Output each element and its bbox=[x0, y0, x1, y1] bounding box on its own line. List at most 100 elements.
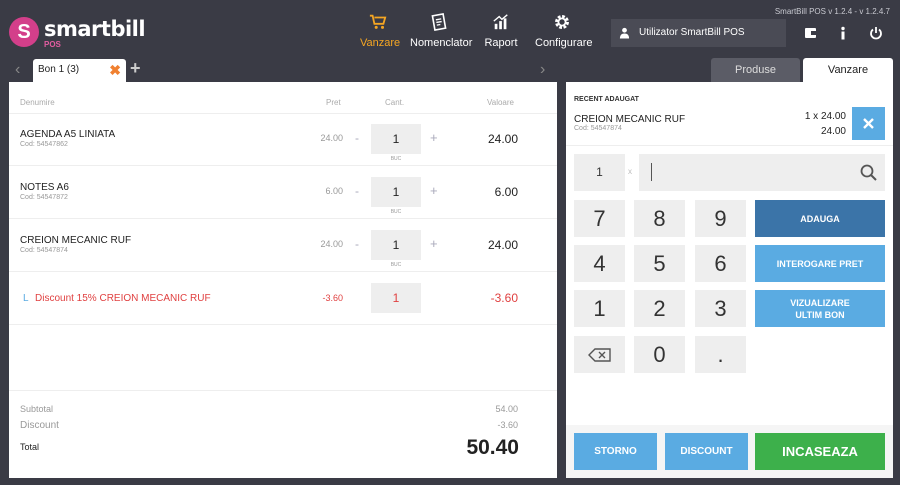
close-icon bbox=[863, 118, 874, 129]
key-backspace[interactable] bbox=[574, 336, 625, 373]
key-dot[interactable]: . bbox=[695, 336, 746, 373]
interogare-pret-button[interactable]: INTEROGARE PRET bbox=[755, 245, 885, 282]
user-name: Utilizator SmartBill POS bbox=[639, 27, 745, 38]
qty-minus-button[interactable]: - bbox=[355, 131, 359, 145]
button-label-line2: ULTIM BON bbox=[795, 309, 845, 320]
item-code: Cod: 54547874 bbox=[20, 247, 68, 254]
item-price: 24.00 bbox=[320, 239, 343, 249]
col-header-value: Valoare bbox=[487, 98, 514, 107]
button-label-line1: VIZUALIZARE bbox=[790, 297, 850, 308]
qty-minus-button[interactable]: - bbox=[355, 184, 359, 198]
qty-unit: BUC bbox=[390, 209, 402, 215]
key-6[interactable]: 6 bbox=[695, 245, 746, 282]
item-code: Cod: 54547862 bbox=[20, 141, 68, 148]
nav-configurare[interactable]: Configurare bbox=[535, 13, 593, 49]
add-tab-button[interactable]: + bbox=[130, 58, 141, 79]
qty-input[interactable]: 1 bbox=[371, 177, 421, 207]
discount-button[interactable]: DISCOUNT bbox=[665, 433, 748, 470]
search-icon[interactable] bbox=[860, 164, 877, 181]
subtotal-label: Subtotal bbox=[20, 404, 54, 414]
item-value: 24.00 bbox=[487, 132, 518, 146]
user-icon bbox=[619, 27, 630, 39]
item-price: 24.00 bbox=[320, 133, 343, 143]
key-7[interactable]: 7 bbox=[574, 200, 625, 237]
key-1[interactable]: 1 bbox=[574, 290, 625, 327]
total-value: 50.40 bbox=[466, 436, 519, 459]
search-input[interactable] bbox=[639, 154, 885, 191]
adauga-button[interactable]: ADAUGA bbox=[755, 200, 885, 237]
backspace-icon bbox=[588, 348, 611, 362]
recent-qty-line: 1 x 24.00 bbox=[804, 111, 846, 122]
item-name: AGENDA A5 LINIATA bbox=[20, 129, 116, 140]
tab-next-arrow[interactable]: › bbox=[540, 60, 545, 80]
col-header-name: Denumire bbox=[20, 98, 55, 107]
power-icon[interactable] bbox=[869, 26, 883, 40]
wallet-icon[interactable] bbox=[804, 26, 818, 40]
tab-bon-1[interactable]: Bon 1 (3) ✖ bbox=[33, 59, 126, 82]
cart-icon bbox=[369, 14, 387, 29]
discount-total: -3.60 bbox=[497, 420, 518, 430]
nav-label: Nomenclator bbox=[410, 37, 473, 49]
divider bbox=[566, 145, 893, 146]
discount-label: Discount bbox=[20, 420, 59, 431]
qty-unit: BUC bbox=[390, 156, 402, 162]
recent-total: 24.00 bbox=[820, 126, 846, 137]
vizualizare-ultim-bon-button[interactable]: VIZUALIZARE ULTIM BON bbox=[755, 290, 885, 327]
col-header-price: Pret bbox=[326, 98, 341, 107]
storno-button[interactable]: STORNO bbox=[574, 433, 657, 470]
tab-produse[interactable]: Produse bbox=[711, 58, 800, 82]
table-row[interactable]: CREION MECANIC RUF Cod: 54547874 24.00 -… bbox=[9, 219, 557, 272]
info-icon[interactable] bbox=[836, 26, 850, 40]
item-value: 24.00 bbox=[487, 238, 518, 252]
table-row[interactable]: AGENDA A5 LINIATA Cod: 54547862 24.00 - … bbox=[9, 113, 557, 166]
nav-vanzare[interactable]: Vanzare bbox=[360, 13, 400, 49]
user-box[interactable]: Utilizator SmartBill POS bbox=[611, 19, 786, 47]
version-label: SmartBill POS v 1.2.4 - v 1.2.4.7 bbox=[774, 7, 890, 16]
nav-label: Raport bbox=[484, 37, 518, 49]
tab-prev-arrow[interactable]: ‹ bbox=[15, 60, 20, 80]
qty-minus-button[interactable]: - bbox=[355, 237, 359, 251]
item-name: NOTES A6 bbox=[20, 182, 69, 193]
chart-icon bbox=[493, 14, 508, 30]
tab-label: Bon 1 (3) bbox=[38, 64, 80, 75]
logo-sub: POS bbox=[44, 40, 61, 49]
key-0[interactable]: 0 bbox=[634, 336, 685, 373]
qty-input[interactable]: 1 bbox=[371, 230, 421, 260]
qty-unit: BUC bbox=[390, 262, 402, 268]
nav-label: Configurare bbox=[535, 37, 593, 49]
key-4[interactable]: 4 bbox=[574, 245, 625, 282]
qty-plus-button[interactable]: + bbox=[430, 130, 438, 145]
recent-title: RECENT ADAUGAT bbox=[574, 96, 639, 103]
item-code: Cod: 54547872 bbox=[20, 194, 68, 201]
incaseaza-button[interactable]: INCASEAZA bbox=[755, 433, 885, 470]
document-icon bbox=[431, 13, 447, 31]
discount-marker: L bbox=[23, 293, 29, 304]
col-header-qty: Cant. bbox=[385, 98, 405, 107]
item-value: 6.00 bbox=[494, 185, 518, 199]
nav-nomenclator[interactable]: Nomenclator bbox=[410, 13, 472, 49]
key-3[interactable]: 3 bbox=[695, 290, 746, 327]
recent-name: CREION MECANIC RUF bbox=[574, 114, 686, 125]
tab-vanzare[interactable]: Vanzare bbox=[803, 58, 893, 82]
qty-plus-button[interactable]: + bbox=[430, 236, 438, 251]
total-label: Total bbox=[20, 442, 40, 452]
discount-row[interactable]: L Discount 15% CREION MECANIC RUF -3.60 … bbox=[9, 272, 557, 325]
times-sign: x bbox=[628, 167, 632, 176]
text-cursor bbox=[651, 163, 652, 181]
key-2[interactable]: 2 bbox=[634, 290, 685, 327]
key-5[interactable]: 5 bbox=[634, 245, 685, 282]
remove-recent-button[interactable] bbox=[852, 107, 885, 140]
key-9[interactable]: 9 bbox=[695, 200, 746, 237]
nav-label: Vanzare bbox=[360, 37, 401, 49]
key-8[interactable]: 8 bbox=[634, 200, 685, 237]
qty-input[interactable]: 1 bbox=[371, 124, 421, 154]
item-name: CREION MECANIC RUF bbox=[20, 235, 132, 246]
qty-plus-button[interactable]: + bbox=[430, 183, 438, 198]
qty-display[interactable]: 1 bbox=[574, 154, 625, 191]
gear-icon bbox=[555, 15, 569, 29]
close-icon[interactable]: ✖ bbox=[109, 59, 121, 81]
discount-name: Discount 15% CREION MECANIC RUF bbox=[35, 293, 211, 304]
nav-raport[interactable]: Raport bbox=[484, 13, 518, 49]
table-row[interactable]: NOTES A6 Cod: 54547872 6.00 - 1 BUC + 6.… bbox=[9, 166, 557, 219]
discount-qty[interactable]: 1 bbox=[371, 283, 421, 313]
